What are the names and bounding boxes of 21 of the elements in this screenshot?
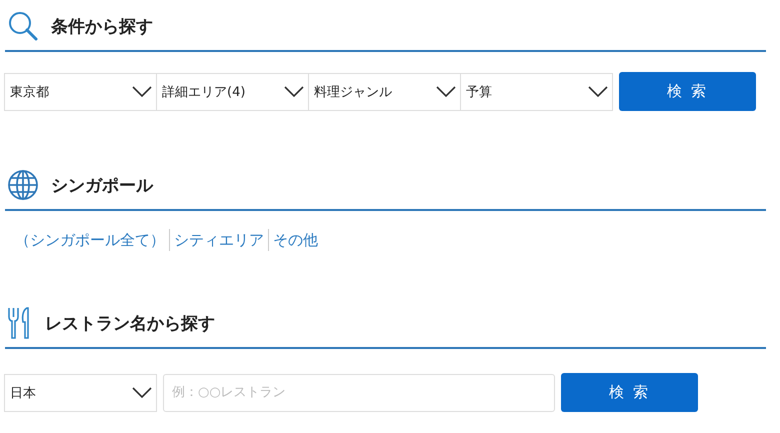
section-title: 条件から探す [51, 16, 153, 38]
section-title: シンガポール [51, 174, 153, 196]
dropdown[interactable]: 予算 [460, 72, 613, 110]
search-button[interactable]: 検 索 [619, 72, 756, 111]
dropdown[interactable]: 日本 [4, 374, 157, 412]
chevron-down-icon [284, 86, 304, 97]
dropdown[interactable]: 東京都 [4, 72, 157, 110]
dropdown[interactable]: 詳細エリア(4) [156, 72, 309, 110]
search-button[interactable]: 検 索 [561, 373, 698, 412]
search-icon [7, 10, 39, 42]
chevron-down-icon [132, 387, 152, 398]
area-link[interactable]: その他 [268, 229, 322, 251]
chevron-down-icon [436, 86, 456, 97]
restaurant-name-field[interactable]: 例：○○レストラン [163, 374, 555, 412]
section-title: レストラン名から探す [45, 312, 215, 334]
area-link[interactable]: （シンガポール全て） [11, 229, 169, 251]
dropdown[interactable]: 料理ジャンル [308, 72, 461, 110]
globe-icon [7, 169, 39, 201]
area-link[interactable]: シティエリア [169, 229, 268, 251]
chevron-down-icon [132, 86, 152, 97]
chevron-down-icon [588, 86, 608, 97]
